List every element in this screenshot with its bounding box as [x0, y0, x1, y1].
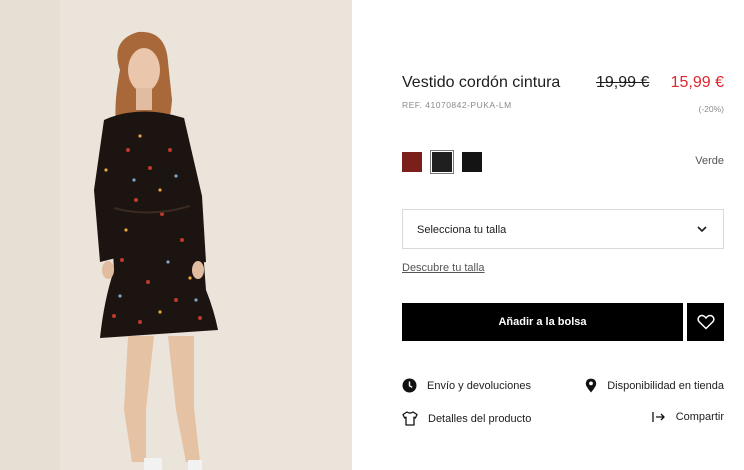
original-price: 19,99 € — [596, 74, 650, 91]
product-image[interactable] — [0, 0, 352, 470]
location-pin-icon — [585, 378, 597, 393]
store-availability-link[interactable]: Disponibilidad en tienda — [585, 378, 724, 393]
product-reference: REF. 41070842-PUKA-LM — [402, 100, 512, 110]
product-title: Vestido cordón cintura — [402, 74, 561, 91]
color-swatch-black-selected[interactable] — [430, 150, 454, 174]
shipping-returns-label: Envío y devoluciones — [427, 379, 531, 392]
store-availability-label: Disponibilidad en tienda — [607, 379, 724, 392]
color-swatch-black[interactable] — [462, 152, 482, 172]
product-details-link[interactable]: Detalles del producto — [402, 411, 531, 426]
shipping-returns-link[interactable]: Envío y devoluciones — [402, 378, 531, 393]
color-swatch-maroon[interactable] — [402, 152, 422, 172]
size-guide-link[interactable]: Descubre tu talla — [402, 262, 485, 274]
heart-icon — [696, 314, 715, 330]
clock-icon — [402, 378, 417, 393]
selected-color-name: Verde — [695, 155, 724, 167]
size-select-label: Selecciona tu talla — [417, 224, 507, 236]
discount-badge: (-20%) — [698, 104, 724, 114]
product-detail-panel: Vestido cordón cintura 19,99 € 15,99 € R… — [402, 0, 724, 470]
add-to-bag-button[interactable]: Añadir a la bolsa — [402, 303, 683, 341]
product-details-label: Detalles del producto — [428, 412, 532, 425]
share-label: Compartir — [675, 411, 724, 423]
share-link[interactable]: Compartir — [652, 411, 724, 423]
chevron-down-icon — [697, 226, 707, 233]
color-swatches — [402, 150, 482, 174]
shirt-icon — [402, 411, 418, 426]
wishlist-button[interactable] — [687, 303, 724, 341]
sale-price: 15,99 € — [670, 74, 724, 91]
share-icon — [652, 412, 665, 422]
size-select[interactable]: Selecciona tu talla — [402, 209, 724, 249]
model-illustration — [0, 0, 352, 470]
